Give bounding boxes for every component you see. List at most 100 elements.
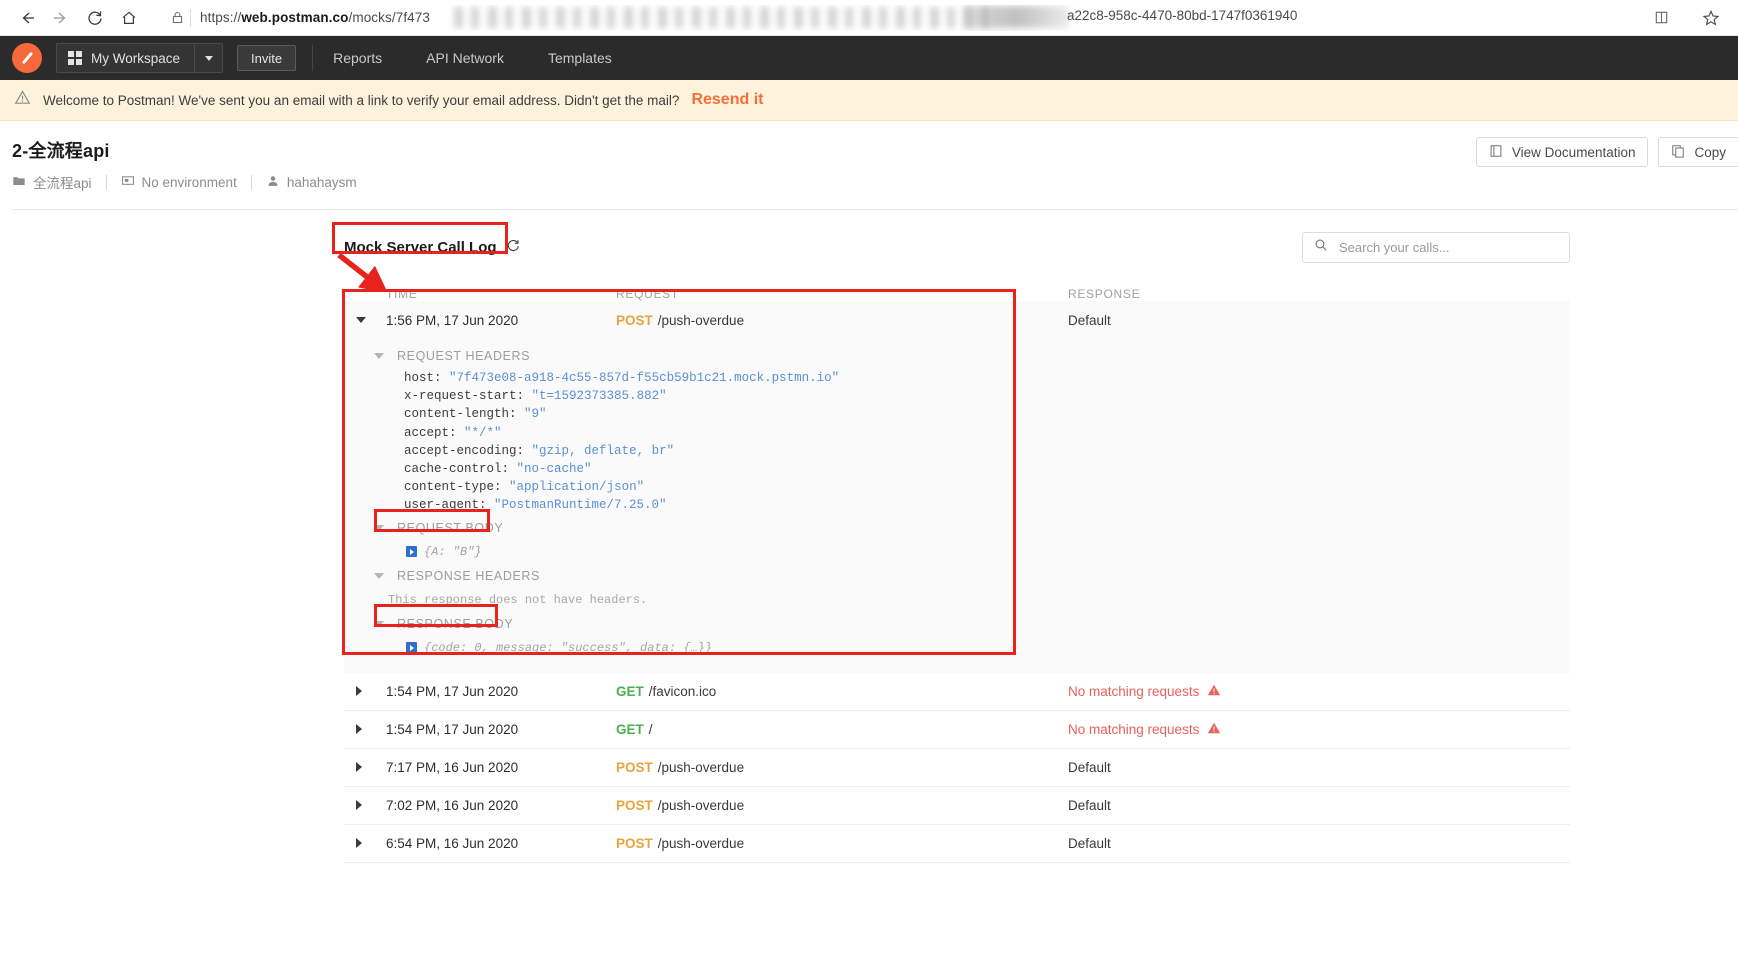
response-headers-section-toggle[interactable]: RESPONSE HEADERS (344, 563, 1570, 589)
search-input[interactable] (1337, 239, 1558, 256)
document-icon (1489, 144, 1503, 161)
chevron-right-icon (356, 686, 362, 697)
nav-link-templates[interactable]: Templates (526, 50, 634, 66)
breadcrumb-user[interactable]: hahahaysm (266, 174, 357, 191)
row-expand-toggle[interactable] (344, 762, 386, 773)
row-response: No matching requests (1068, 683, 1570, 700)
workspace-selector[interactable]: My Workspace (56, 43, 224, 73)
invite-button[interactable]: Invite (237, 45, 297, 71)
header-value: "PostmanRuntime/7.25.0" (494, 498, 667, 513)
nav-link-api-network[interactable]: API Network (404, 50, 526, 66)
row-response: No matching requests (1068, 721, 1570, 738)
header-item: content-type: "application/json" (344, 478, 1570, 496)
table-row[interactable]: 7:17 PM, 16 Jun 2020 POST/push-overdue D… (344, 749, 1570, 787)
resend-link[interactable]: Resend it (691, 91, 763, 109)
mock-call-log: Mock Server Call Log TIME REQUEST RESPON… (0, 210, 1738, 863)
header-value: "*/*" (464, 425, 502, 440)
row-expand-toggle[interactable] (344, 838, 386, 849)
chevron-down-icon[interactable] (194, 44, 222, 72)
response-body-label: RESPONSE BODY (397, 616, 514, 631)
warning-triangle-icon (14, 89, 31, 111)
nav-link-reports[interactable]: Reports (313, 50, 404, 66)
row-path: /push-overdue (657, 835, 745, 851)
refresh-icon[interactable] (78, 3, 112, 33)
column-header-time: TIME (386, 287, 418, 301)
header-item: user-agent: "PostmanRuntime/7.25.0" (344, 496, 1570, 514)
breadcrumb-collection[interactable]: 全流程api (12, 172, 92, 192)
column-header-request: REQUEST (616, 287, 679, 301)
row-path: /push-overdue (657, 759, 745, 775)
table-column-headers: TIME REQUEST RESPONSE (344, 287, 1570, 301)
request-headers-section-toggle[interactable]: REQUEST HEADERS (344, 343, 1570, 369)
row-expand-toggle[interactable] (344, 724, 386, 735)
header-key: user-agent: (404, 498, 487, 513)
verification-banner: Welcome to Postman! We've sent you an em… (0, 80, 1738, 121)
request-body-section-toggle[interactable]: REQUEST BODY (344, 515, 1570, 541)
postman-logo-icon[interactable] (12, 43, 42, 73)
row-method: POST (616, 835, 653, 851)
table-row[interactable]: 1:54 PM, 17 Jun 2020 GET / No matching re… (344, 711, 1570, 749)
table-row[interactable]: 6:54 PM, 16 Jun 2020 POST/push-overdue D… (344, 825, 1570, 863)
response-body-value-row[interactable]: {code: 0, message: "success", data: {…}} (344, 637, 1570, 659)
forward-arrow-icon[interactable] (44, 3, 78, 33)
row-request: POST/push-overdue (616, 836, 1068, 851)
monitor-icon (121, 174, 135, 191)
breadcrumb-collection-label: 全流程api (33, 176, 92, 191)
header-value: "t=1592373385.882" (531, 389, 667, 404)
breadcrumb-divider-2 (250, 174, 252, 190)
url-tail: a22c8-958c-4470-80bd-1747f0361940 (1067, 7, 1298, 23)
chevron-down-icon (374, 572, 384, 579)
json-expand-icon[interactable] (406, 546, 417, 558)
row-method: POST (616, 759, 653, 775)
row-expand-toggle[interactable] (344, 800, 386, 811)
refresh-icon[interactable] (506, 238, 521, 258)
row-request: POST/push-overdue (616, 760, 1068, 775)
response-body-value: {code: 0, message: "success", data: {…}} (424, 640, 713, 655)
table-row[interactable]: 1:54 PM, 17 Jun 2020 GET/favicon.ico No … (344, 673, 1570, 711)
header-key: accept-encoding: (404, 443, 525, 458)
workspace-main[interactable]: My Workspace (57, 44, 194, 72)
chevron-down-icon (356, 317, 366, 323)
header-item: content-length: "9" (344, 405, 1570, 423)
home-icon[interactable] (112, 3, 146, 33)
view-documentation-button[interactable]: View Documentation (1475, 137, 1649, 167)
json-expand-icon[interactable] (406, 642, 417, 654)
row-request: POST/push-overdue (616, 313, 1068, 328)
table-row[interactable]: 7:02 PM, 16 Jun 2020 POST/push-overdue D… (344, 787, 1570, 825)
response-headers-label: RESPONSE HEADERS (397, 568, 540, 583)
row-path: /push-overdue (657, 312, 745, 328)
url-redacted-region-1 (454, 6, 999, 28)
star-icon[interactable] (1694, 3, 1728, 33)
page-header: 2-全流程api 全流程api No environment hahahaysm (0, 121, 1738, 210)
response-body-section-toggle[interactable]: RESPONSE BODY (344, 611, 1570, 637)
row-path: /push-overdue (657, 797, 745, 813)
request-body-value-row[interactable]: {A: "B"} (344, 541, 1570, 563)
request-headers-label: REQUEST HEADERS (397, 349, 531, 363)
header-key: content-type: (404, 480, 502, 495)
url-bar[interactable]: https://web.postman.co/mocks/7f473 a22c8… (164, 5, 1630, 31)
call-log-title-group: Mock Server Call Log (344, 238, 521, 258)
folder-icon (12, 174, 26, 191)
row-time: 1:54 PM, 17 Jun 2020 (386, 683, 519, 699)
copy-button[interactable]: Copy (1658, 137, 1738, 167)
back-arrow-icon[interactable] (10, 3, 44, 33)
url-text: https://web.postman.co/mocks/7f473 (200, 10, 430, 25)
row-time: 7:02 PM, 16 Jun 2020 (386, 797, 519, 813)
chevron-right-icon (356, 762, 362, 773)
view-documentation-label: View Documentation (1511, 144, 1636, 160)
search-calls-box[interactable] (1302, 232, 1570, 263)
reading-view-icon[interactable] (1644, 3, 1678, 33)
header-item: accept: "*/*" (344, 424, 1570, 442)
table-row[interactable]: 1:56 PM, 17 Jun 2020 POST/push-overdue D… (344, 301, 1570, 339)
row-time: 6:54 PM, 16 Jun 2020 (386, 835, 519, 851)
breadcrumb: 全流程api No environment hahahaysm (12, 172, 1738, 192)
row-response: Default (1068, 835, 1111, 851)
header-value: "7f473e08-a918-4c55-857d-f55cb59b1c21.mo… (449, 371, 840, 385)
header-key: cache-control: (404, 462, 510, 477)
row-collapse-toggle[interactable] (344, 317, 386, 323)
header-value: "gzip, deflate, br" (531, 443, 675, 458)
url-divider (190, 8, 191, 27)
breadcrumb-environment[interactable]: No environment (121, 174, 237, 191)
breadcrumb-divider-1 (105, 174, 107, 190)
row-expand-toggle[interactable] (344, 686, 386, 697)
